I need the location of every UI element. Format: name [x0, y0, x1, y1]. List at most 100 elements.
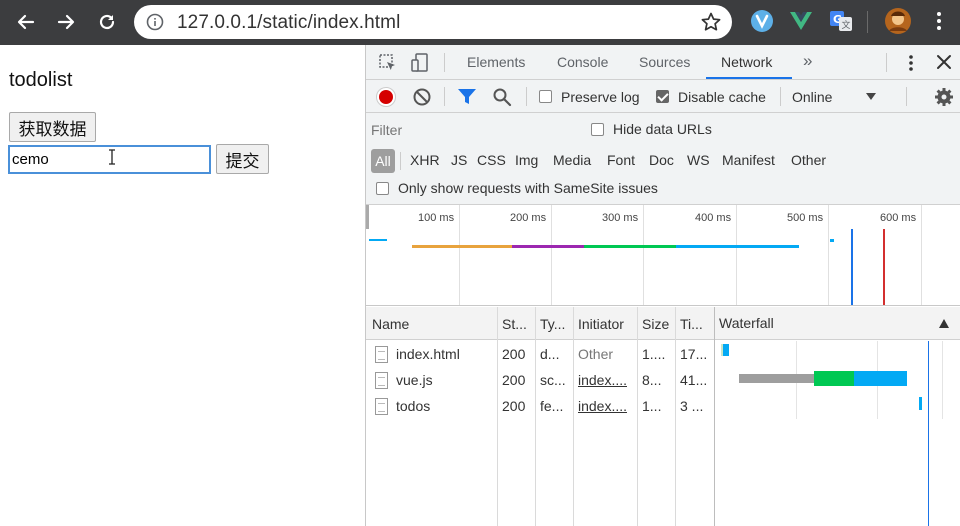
inspect-element-icon[interactable] [378, 53, 398, 73]
request-size: 1... [642, 398, 662, 414]
request-size: 1.... [642, 346, 666, 362]
close-icon[interactable] [935, 53, 953, 71]
load-marker [883, 229, 885, 305]
overview-tick-label: 500 ms [787, 212, 824, 224]
request-name: vue.js [396, 372, 433, 388]
device-toolbar-icon[interactable] [410, 52, 430, 74]
column-header-name[interactable]: Name [372, 316, 409, 332]
google-translate-icon[interactable]: G文 [828, 8, 854, 34]
info-icon[interactable] [146, 13, 164, 34]
active-tab-indicator [706, 77, 792, 79]
submit-button[interactable]: 提交 [216, 144, 269, 174]
table-row[interactable]: index.html 200 d... Other 1.... 17... [366, 341, 960, 367]
filter-icon[interactable] [457, 88, 477, 106]
more-tabs-button[interactable]: » [803, 51, 812, 71]
toolbar-divider [444, 87, 445, 106]
overview-bar-stalled [512, 245, 584, 248]
request-status: 200 [502, 398, 526, 414]
overview-gridline [551, 205, 552, 305]
type-filter-other[interactable]: Other [791, 152, 826, 168]
overview-bar-download [676, 245, 799, 248]
svg-text:文: 文 [842, 19, 851, 31]
toolbar-divider [780, 87, 781, 106]
overview-tick-label: 600 ms [880, 212, 917, 224]
tab-network[interactable]: Network [721, 54, 772, 70]
overview-bar-html [369, 239, 387, 241]
tab-sources[interactable]: Sources [639, 54, 690, 70]
tab-console[interactable]: Console [557, 54, 608, 70]
type-filter-all[interactable]: All [371, 149, 395, 173]
overview-gridline [643, 205, 644, 305]
devtools-menu-icon[interactable] [901, 53, 921, 73]
samesite-checkbox[interactable] [376, 182, 389, 195]
throttling-select[interactable]: Online [792, 89, 832, 105]
column-header-size[interactable]: Size [642, 316, 669, 332]
domcontentloaded-marker [851, 229, 853, 305]
column-header-time[interactable]: Ti... [680, 316, 703, 332]
preserve-log-label: Preserve log [561, 89, 640, 105]
reload-button[interactable] [93, 8, 121, 36]
back-button[interactable] [12, 8, 40, 36]
clear-icon[interactable] [412, 87, 432, 107]
tab-elements[interactable]: Elements [467, 54, 525, 70]
disable-cache-label: Disable cache [678, 89, 766, 105]
tab-divider [444, 53, 445, 72]
search-icon[interactable] [492, 87, 512, 107]
column-header-status[interactable]: St... [502, 316, 527, 332]
request-initiator-link[interactable]: index.... [578, 372, 627, 388]
request-name: todos [396, 398, 431, 414]
waterfall-bar-waiting [814, 371, 854, 386]
type-filter-js[interactable]: JS [451, 152, 467, 168]
type-filter-css[interactable]: CSS [477, 152, 506, 168]
waterfall-bar-download [854, 371, 907, 386]
type-filter-img[interactable]: Img [515, 152, 538, 168]
toolbar-divider [906, 87, 907, 106]
fetch-data-button[interactable]: 获取数据 [9, 112, 96, 142]
chrome-menu-icon[interactable] [926, 8, 952, 34]
type-filter-media[interactable]: Media [553, 152, 591, 168]
filter-bar: Hide data URLs All XHR JS CSS Img Media … [366, 113, 960, 205]
type-filter-manifest[interactable]: Manifest [722, 152, 775, 168]
overview-gridline [459, 205, 460, 305]
hide-data-urls-checkbox[interactable] [591, 123, 604, 136]
document-icon [375, 346, 388, 363]
profile-avatar[interactable] [884, 7, 912, 35]
browser-toolbar: 127.0.0.1/static/index.html G文 [0, 0, 960, 45]
column-header-initiator[interactable]: Initiator [578, 316, 624, 332]
request-status: 200 [502, 346, 526, 362]
type-filter-ws[interactable]: WS [687, 152, 710, 168]
extension-v-icon[interactable] [749, 8, 775, 34]
type-filter-font[interactable]: Font [607, 152, 635, 168]
forward-button[interactable] [52, 8, 80, 36]
column-header-type[interactable]: Ty... [540, 316, 565, 332]
filter-input[interactable] [371, 118, 571, 142]
type-filter-doc[interactable]: Doc [649, 152, 674, 168]
request-time: 41... [680, 372, 708, 388]
overview-tick-label: 400 ms [695, 212, 732, 224]
sort-ascending-icon[interactable] [939, 319, 949, 328]
text-cursor-icon [109, 149, 115, 165]
overview-bar-fetch [830, 239, 834, 242]
overview-tick-label: 100 ms [418, 212, 455, 224]
requests-table-header: Name St... Ty... Initiator Size Ti... Wa… [366, 307, 960, 340]
arrow-left-icon [17, 14, 35, 30]
disable-cache-checkbox[interactable] [656, 90, 669, 103]
request-time: 3 ... [680, 398, 704, 414]
reload-icon [99, 14, 115, 30]
address-bar[interactable]: 127.0.0.1/static/index.html [134, 5, 732, 39]
vue-devtools-icon[interactable] [788, 8, 814, 34]
request-initiator-link[interactable]: index.... [578, 398, 627, 414]
table-row[interactable]: vue.js 200 sc... index.... 8... 41... [366, 367, 960, 393]
type-filter-xhr[interactable]: XHR [410, 152, 440, 168]
table-row[interactable]: todos 200 fe... index.... 1... 3 ... [366, 393, 960, 419]
type-divider [400, 152, 401, 170]
overview-handle[interactable] [366, 205, 369, 229]
record-icon[interactable] [375, 86, 397, 108]
url-text: 127.0.0.1/static/index.html [177, 12, 401, 33]
request-time: 17... [680, 346, 708, 362]
preserve-log-checkbox[interactable] [539, 90, 552, 103]
bookmark-star-icon[interactable] [700, 11, 722, 36]
overview-gridline [921, 205, 922, 305]
gear-icon[interactable] [934, 87, 954, 107]
column-header-waterfall[interactable]: Waterfall [719, 315, 774, 331]
